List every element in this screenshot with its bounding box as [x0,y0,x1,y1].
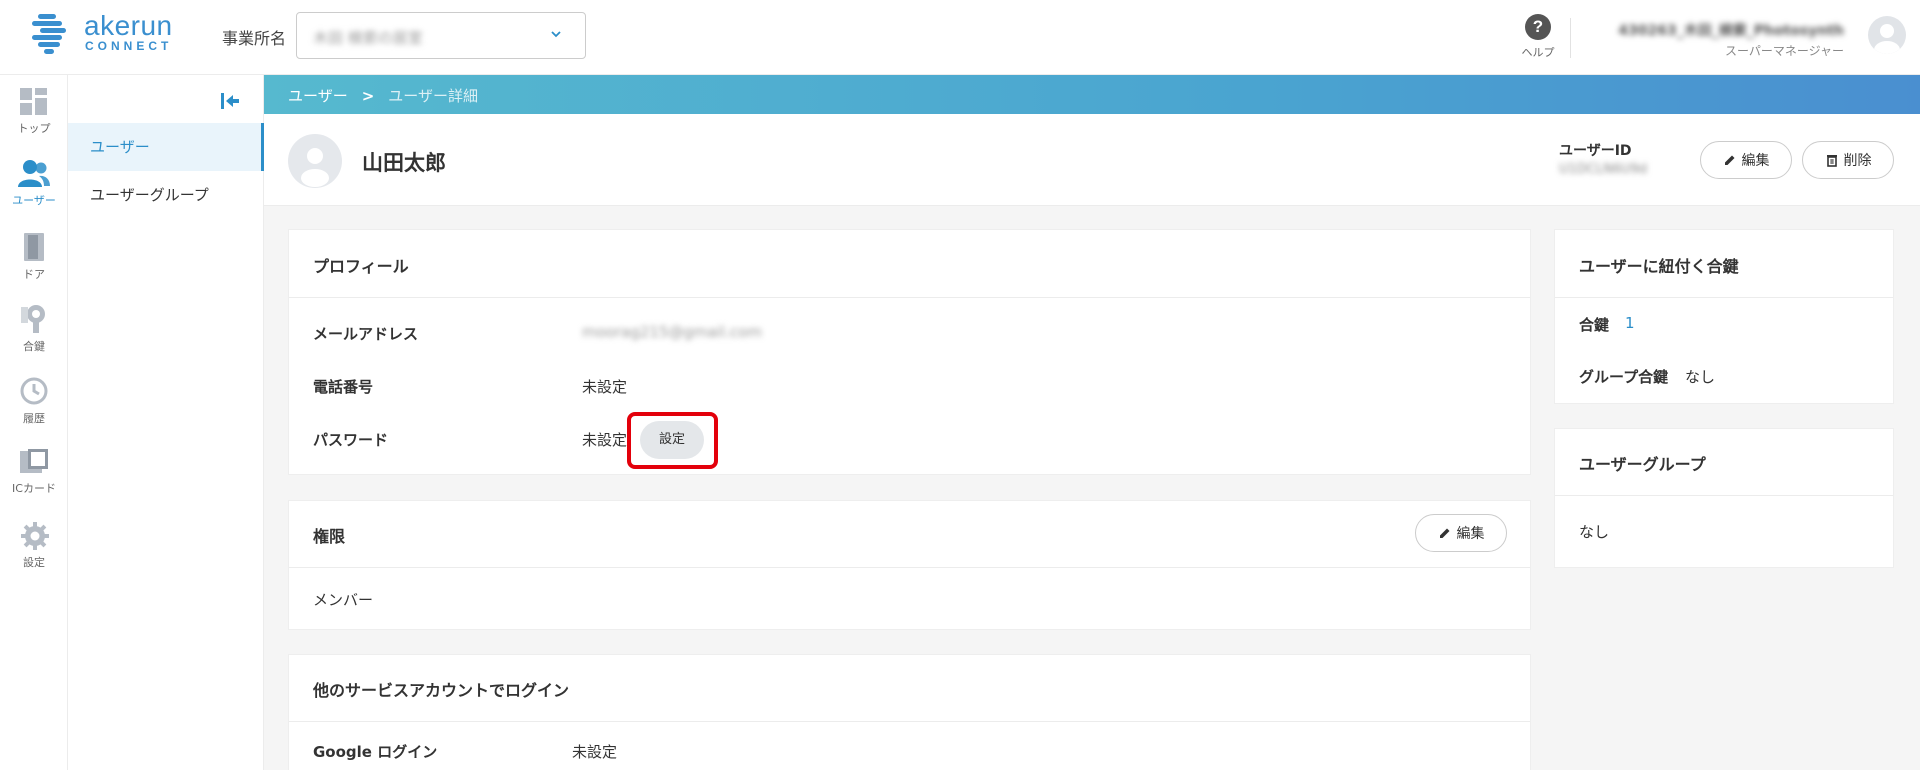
rail-label: トップ [17,122,51,135]
users-icon [18,160,50,187]
pencil-icon [1439,528,1449,538]
trash-icon [1826,155,1837,167]
rail-item-iccard[interactable]: ICカード [0,441,68,507]
help-icon: ? [1525,14,1551,40]
rail-label: ドア [23,268,45,281]
collapse-sidebar-button[interactable] [218,89,242,113]
dashboard-icon [20,88,47,115]
rail-item-history[interactable]: 履歴 [0,369,68,435]
subnav-item-users[interactable]: ユーザー [68,123,264,171]
linked-keys-title: ユーザーに紐付く合鍵 [1579,257,1739,276]
rail-label: 設定 [23,556,45,569]
avatar-placeholder-icon [1874,24,1900,54]
delete-user-button[interactable]: 削除 [1802,141,1894,179]
profile-card: プロフィール メールアドレス moorag215@gmail.com 電話番号 … [288,229,1531,475]
user-avatar [288,134,342,188]
user-group-title: ユーザーグループ [1579,455,1706,474]
card-divider [289,567,1530,568]
delete-user-label: 削除 [1843,153,1872,169]
brand-sub: CONNECT [85,39,173,53]
breadcrumb-current: ユーザー詳細 [388,87,478,105]
rail-item-top[interactable]: トップ [0,81,68,147]
user-header: 山田太郎 ユーザーID U1DCLN6U9d 編集 削除 [264,114,1920,206]
card-divider [289,721,1530,722]
password-value: 未設定 [582,431,628,449]
rail-label: 合鍵 [23,340,45,353]
help-button[interactable]: ? ヘルプ [1518,14,1558,60]
rail-item-door[interactable]: ドア [0,225,68,291]
rail-item-key[interactable]: 合鍵 [0,297,68,363]
group-key-value: なし [1685,368,1716,386]
google-login-value: 未設定 [572,743,618,761]
breadcrumb-separator: > [361,87,375,105]
breadcrumb: ユーザー > ユーザー詳細 [288,85,478,106]
rail-item-settings[interactable]: 設定 [0,513,68,579]
brand-name: akerun [84,10,173,41]
header-divider [1570,18,1571,58]
rail-label: ユーザー [12,194,56,207]
office-select[interactable]: 木田 検索の居室 [296,12,586,59]
key-icon [21,305,45,333]
other-login-card: 他のサービスアカウントでログイン Google ログイン 未設定 [288,654,1531,770]
history-icon [20,377,48,405]
card-divider [289,297,1530,298]
office-label: 事業所名 [222,29,287,48]
gear-icon [21,522,49,550]
key-count[interactable]: 1 [1625,314,1635,332]
account-name[interactable]: 430263_木田_検索_Photosynth [1618,20,1844,40]
profile-title: プロフィール [313,257,409,276]
phone-label: 電話番号 [313,378,374,396]
account-avatar[interactable] [1868,16,1906,54]
avatar-placeholder-icon [301,148,329,187]
rail-item-users[interactable]: ユーザー [0,153,68,219]
permission-card: 権限 編集 メンバー [288,500,1531,630]
user-group-card: ユーザーグループ なし [1554,428,1894,568]
user-id-value: U1DCLN6U9d [1559,162,1648,177]
office-select-value: 木田 検索の居室 [313,29,423,47]
user-name: 山田太郎 [362,151,446,175]
account-role: スーパーマネージャー [1724,44,1844,58]
door-icon [24,233,44,261]
edit-user-label: 編集 [1741,153,1770,169]
highlight-box [627,412,718,469]
key-label: 合鍵 [1579,316,1610,334]
akerun-logo-mark-icon [32,14,66,54]
linked-keys-card: ユーザーに紐付く合鍵 合鍵 1 グループ合鍵 なし [1554,229,1894,404]
subnav-item-user-groups[interactable]: ユーザーグループ [68,171,264,219]
icon-rail: トップ ユーザー ドア 合鍵 履歴 ICカード 設定 [0,75,68,770]
user-id-label: ユーザーID [1559,143,1632,159]
sub-navigation: ユーザー ユーザーグループ [68,75,264,770]
password-label: パスワード [313,431,389,449]
collapse-left-icon [221,93,239,109]
breadcrumb-users-link[interactable]: ユーザー [288,87,348,105]
help-label: ヘルプ [1521,46,1555,59]
edit-permission-button[interactable]: 編集 [1415,514,1507,552]
email-label: メールアドレス [313,325,419,343]
edit-permission-label: 編集 [1456,526,1485,542]
group-key-label: グループ合鍵 [1579,368,1669,386]
chevron-down-icon [551,31,561,38]
card-divider [1555,297,1893,298]
rail-label: 履歴 [23,412,45,425]
top-header: akerun CONNECT 事業所名 木田 検索の居室 ? ヘルプ 43026… [0,0,1920,75]
rail-label: ICカード [12,482,56,495]
pencil-icon [1724,155,1734,165]
other-login-title: 他のサービスアカウントでログイン [313,681,570,700]
phone-value: 未設定 [582,378,628,396]
permission-value: メンバー [313,591,374,609]
permission-title: 権限 [313,527,346,546]
edit-user-button[interactable]: 編集 [1700,141,1792,179]
user-group-value: なし [1579,523,1610,541]
email-value: moorag215@gmail.com [582,323,762,341]
google-login-label: Google ログイン [313,743,438,761]
breadcrumb-band: ユーザー > ユーザー詳細 [264,75,1920,114]
ic-card-icon [20,449,48,473]
card-divider [1555,495,1893,496]
